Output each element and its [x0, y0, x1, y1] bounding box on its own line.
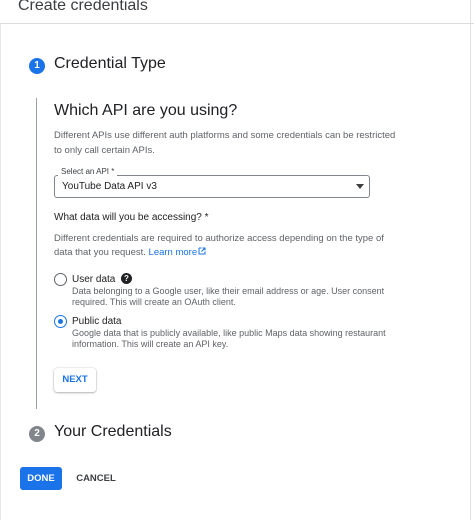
public-data-radio[interactable] [54, 315, 67, 328]
learn-more-label: Learn more [148, 247, 198, 258]
frame-border-left [0, 24, 1, 520]
step-2-number-icon: 2 [29, 426, 45, 442]
api-question-heading: Which API are you using? [54, 102, 238, 119]
data-description-line-1: Different credentials are required to au… [54, 233, 384, 244]
public-data-label[interactable]: Public data [72, 316, 121, 327]
step-1-title[interactable]: Credential Type [54, 55, 166, 73]
user-data-description-line-1: Data belonging to a Google user, like th… [72, 286, 385, 296]
api-select-label: Select an API * [58, 167, 118, 176]
dialog-title: Create credentials [18, 0, 148, 14]
data-question-heading: What data will you be accessing? * [54, 212, 209, 223]
step-2-title[interactable]: Your Credentials [54, 423, 172, 441]
user-data-radio[interactable] [54, 273, 67, 286]
stepper-line [36, 98, 37, 409]
frame-border-right [470, 0, 471, 520]
api-select-value: YouTube Data API v3 [62, 181, 157, 192]
data-description-text: data that you request. [54, 247, 146, 258]
user-data-label[interactable]: User data [72, 274, 115, 285]
radio-selected-dot [57, 318, 63, 324]
done-button[interactable]: DONE [20, 467, 62, 490]
help-icon[interactable]: ? [121, 273, 132, 284]
api-description-line-2: to only call certain APIs. [54, 145, 155, 156]
cancel-button[interactable]: CANCEL [72, 467, 120, 490]
learn-more-link[interactable]: Learn more [149, 247, 207, 258]
public-data-description-line-1: Google data that is publicly available, … [72, 328, 386, 338]
step-1-number-icon: 1 [29, 58, 45, 74]
dropdown-arrow-icon[interactable] [356, 184, 364, 189]
dialog-header: Create credentials [0, 0, 474, 24]
external-link-icon [198, 247, 206, 255]
public-data-description-line-2: information. This will create an API key… [72, 339, 229, 349]
data-description-line-2: data that you request. Learn more [54, 245, 206, 260]
next-button[interactable]: NEXT [54, 368, 96, 392]
user-data-description-line-2: required. This will create an OAuth clie… [72, 297, 236, 307]
api-description-line-1: Different APIs use different auth platfo… [54, 130, 396, 141]
